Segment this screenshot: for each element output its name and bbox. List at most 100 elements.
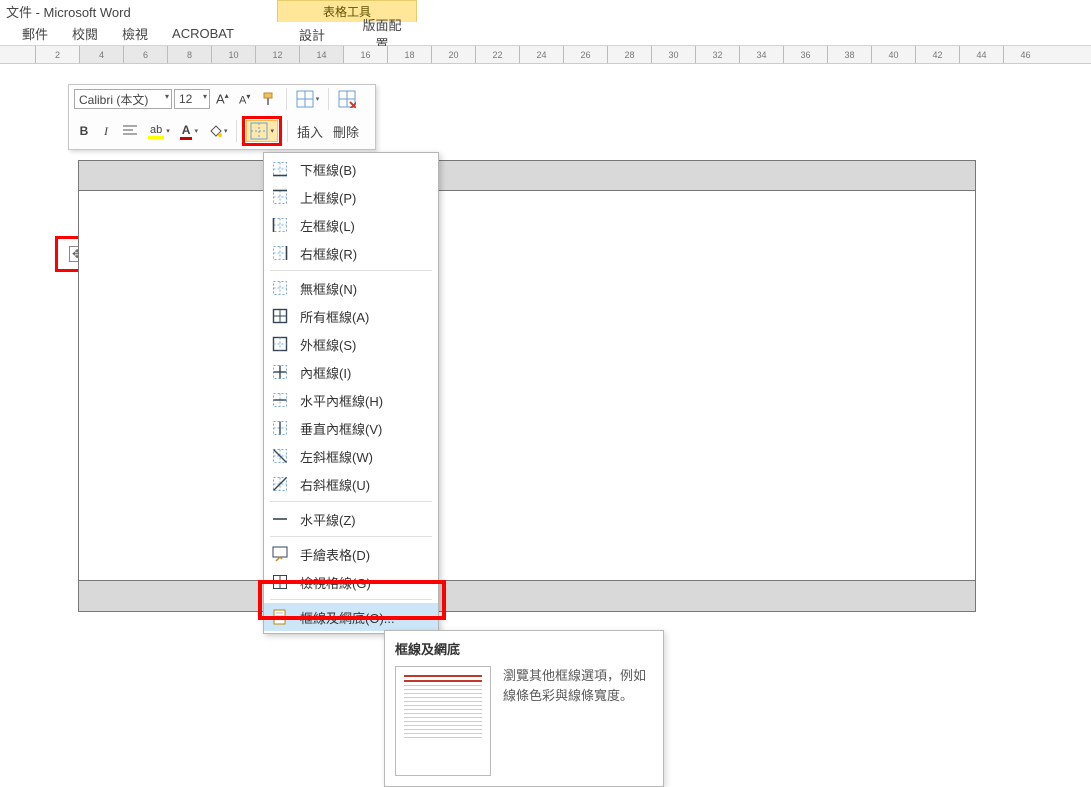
insert-cells-button[interactable]: ▾ bbox=[292, 88, 324, 110]
horizontal-ruler[interactable]: 2468101214161820222426283032343638404244… bbox=[0, 46, 1091, 64]
all-border-icon bbox=[270, 306, 290, 326]
border-menu-label: 左框線(L) bbox=[300, 216, 355, 235]
bucket-icon bbox=[208, 124, 222, 138]
ruler-mark: 42 bbox=[915, 46, 959, 63]
tab-table-design[interactable]: 設計 bbox=[277, 22, 347, 46]
tab-acrobat[interactable]: ACROBAT bbox=[160, 22, 246, 45]
border-menu-left[interactable]: 左框線(L) bbox=[264, 211, 438, 239]
ruler-mark: 18 bbox=[387, 46, 431, 63]
chevron-down-icon: ▾ bbox=[316, 95, 320, 103]
dialog-border-icon bbox=[270, 607, 290, 627]
border-menu-outside[interactable]: 外框線(S) bbox=[264, 330, 438, 358]
chevron-down-icon: ▾ bbox=[270, 127, 274, 135]
border-menu-label: 所有框線(A) bbox=[300, 307, 369, 326]
border-menu-top[interactable]: 上框線(P) bbox=[264, 183, 438, 211]
align-icon bbox=[122, 124, 138, 138]
border-menu-label: 無框線(N) bbox=[300, 279, 357, 298]
border-menu-label: 垂直內框線(V) bbox=[300, 419, 382, 438]
border-menu-all[interactable]: 所有框線(A) bbox=[264, 302, 438, 330]
border-menu-inside[interactable]: 內框線(I) bbox=[264, 358, 438, 386]
border-menu-dialog[interactable]: 框線及網底(O)... bbox=[264, 603, 438, 631]
font-color-button[interactable]: A▾ bbox=[176, 120, 202, 142]
italic-button[interactable]: I bbox=[96, 120, 116, 142]
border-menu-diag_down[interactable]: 左斜框線(W) bbox=[264, 442, 438, 470]
ruler-mark: 32 bbox=[695, 46, 739, 63]
border-menu-draw[interactable]: 手繪表格(D) bbox=[264, 540, 438, 568]
ruler-mark: 40 bbox=[871, 46, 915, 63]
borders-button-highlight: ▾ bbox=[242, 116, 282, 146]
contextual-tab-group: 表格工具 設計 版面配置 bbox=[277, 0, 417, 46]
table-row[interactable] bbox=[79, 161, 975, 191]
bold-button[interactable]: B bbox=[74, 120, 94, 142]
border-menu-label: 框線及網底(O)... bbox=[300, 608, 395, 627]
border-menu-label: 下框線(B) bbox=[300, 160, 356, 179]
border-menu-inside_h[interactable]: 水平內框線(H) bbox=[264, 386, 438, 414]
format-painter-button[interactable] bbox=[257, 88, 281, 110]
inside_v-border-icon bbox=[270, 418, 290, 438]
border-menu-label: 外框線(S) bbox=[300, 335, 356, 354]
ruler-mark: 16 bbox=[343, 46, 387, 63]
border-menu-label: 右斜框線(U) bbox=[300, 475, 370, 494]
table-row[interactable] bbox=[79, 581, 975, 611]
border-menu-gridlines[interactable]: 檢視格線(G) bbox=[264, 568, 438, 596]
top-border-icon bbox=[270, 187, 290, 207]
border-menu-hline[interactable]: 水平線(Z) bbox=[264, 505, 438, 533]
border-menu-label: 內框線(I) bbox=[300, 363, 351, 382]
paintbrush-icon bbox=[261, 91, 277, 107]
border-menu-label: 水平內框線(H) bbox=[300, 391, 383, 410]
ruler-mark: 10 bbox=[211, 46, 255, 63]
delete-button[interactable]: 刪除 bbox=[329, 120, 363, 142]
borders-button[interactable]: ▾ bbox=[246, 120, 278, 142]
ruler-mark: 4 bbox=[79, 46, 123, 63]
align-button[interactable] bbox=[118, 120, 142, 142]
draw-border-icon bbox=[270, 544, 290, 564]
diag_up-border-icon bbox=[270, 474, 290, 494]
ruler-mark: 24 bbox=[519, 46, 563, 63]
tab-mail[interactable]: 郵件 bbox=[10, 22, 60, 45]
ruler-mark: 2 bbox=[35, 46, 79, 63]
delete-cells-button[interactable] bbox=[334, 88, 360, 110]
borders-dropdown: 下框線(B) 上框線(P) 左框線(L) 右框線(R) 無框線(N) 所有框線(A) 外框線… bbox=[263, 152, 439, 634]
ruler-mark: 38 bbox=[827, 46, 871, 63]
table-delete-icon bbox=[338, 90, 356, 108]
ruler-mark: 34 bbox=[739, 46, 783, 63]
insert-button[interactable]: 插入 bbox=[293, 120, 327, 142]
border-menu-label: 水平線(Z) bbox=[300, 510, 356, 529]
ruler-mark: 12 bbox=[255, 46, 299, 63]
border-menu-none[interactable]: 無框線(N) bbox=[264, 274, 438, 302]
font-size-combo[interactable]: 12 ▾ bbox=[174, 89, 210, 109]
highlight-button[interactable]: ab▾ bbox=[144, 120, 174, 142]
document-table[interactable] bbox=[78, 160, 976, 612]
right-border-icon bbox=[270, 243, 290, 263]
chevron-down-icon: ▾ bbox=[203, 92, 207, 101]
window-title: 文件 - Microsoft Word bbox=[0, 0, 1091, 22]
border-menu-label: 右框線(R) bbox=[300, 244, 357, 263]
tab-table-layout[interactable]: 版面配置 bbox=[347, 22, 417, 46]
font-size-value: 12 bbox=[179, 92, 192, 106]
ruler-mark: 26 bbox=[563, 46, 607, 63]
ruler-mark: 20 bbox=[431, 46, 475, 63]
tab-view[interactable]: 檢視 bbox=[110, 22, 160, 45]
border-menu-inside_v[interactable]: 垂直內框線(V) bbox=[264, 414, 438, 442]
left-border-icon bbox=[270, 215, 290, 235]
shrink-font-button[interactable]: A▾ bbox=[235, 88, 255, 110]
ruler-mark: 6 bbox=[123, 46, 167, 63]
shading-button[interactable]: ▾ bbox=[204, 120, 232, 142]
inside_h-border-icon bbox=[270, 390, 290, 410]
border-menu-bottom[interactable]: 下框線(B) bbox=[264, 155, 438, 183]
mini-toolbar: Calibri (本文) ▾ 12 ▾ A▴ A▾ ▾ B I ab▾ bbox=[68, 84, 376, 150]
table-row[interactable] bbox=[79, 191, 975, 581]
ruler-mark: 28 bbox=[607, 46, 651, 63]
tooltip-title: 框線及網底 bbox=[395, 639, 653, 658]
chevron-down-icon: ▾ bbox=[165, 92, 169, 101]
border-menu-right[interactable]: 右框線(R) bbox=[264, 239, 438, 267]
grow-font-button[interactable]: A▴ bbox=[212, 88, 233, 110]
tab-review[interactable]: 校閱 bbox=[60, 22, 110, 45]
ruler-mark: 30 bbox=[651, 46, 695, 63]
border-menu-label: 上框線(P) bbox=[300, 188, 356, 207]
ribbon-tabs: 郵件 校閱 檢視 ACROBAT 表格工具 設計 版面配置 bbox=[0, 22, 1091, 46]
tooltip-thumbnail bbox=[395, 666, 491, 776]
border-menu-label: 左斜框線(W) bbox=[300, 447, 373, 466]
border-menu-diag_up[interactable]: 右斜框線(U) bbox=[264, 470, 438, 498]
font-name-combo[interactable]: Calibri (本文) ▾ bbox=[74, 89, 172, 109]
